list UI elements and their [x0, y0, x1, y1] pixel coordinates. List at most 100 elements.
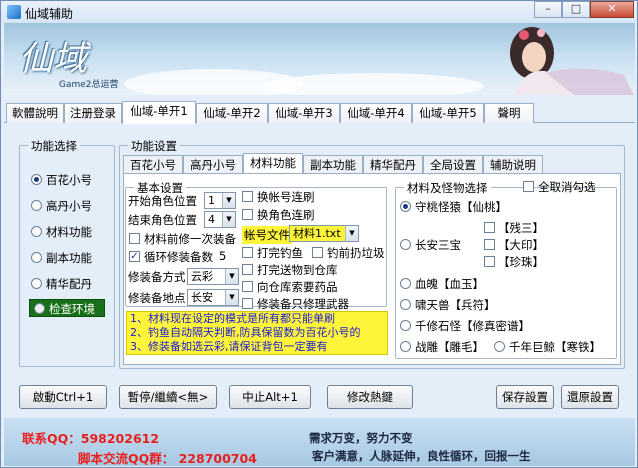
sub-item-checkbox[interactable]	[484, 222, 495, 233]
sub-item-label: 【大印】	[498, 238, 544, 252]
cycle-repair-checkbox[interactable]: ✓	[129, 251, 140, 262]
sub-item-label: 【珍珠】	[498, 255, 544, 269]
tab-gaodan[interactable]: 高丹小号	[183, 155, 243, 174]
switch-account-checkbox[interactable]	[242, 191, 253, 202]
tab-single-4[interactable]: 仙域-单开4	[340, 103, 412, 123]
radio-label: 啸天兽【兵符】	[415, 298, 496, 312]
tab-global[interactable]: 全局设置	[423, 155, 483, 174]
account-file-select[interactable]: 材料1.txt ▼	[289, 225, 359, 242]
dropdown-arrow-icon: ▼	[225, 290, 238, 305]
select-value: 4	[208, 213, 215, 226]
stop-button[interactable]: 中止Alt+1	[229, 385, 311, 409]
start-pos-label: 开始角色位置	[128, 194, 197, 208]
select-all-label: 全取消勾选	[538, 180, 596, 194]
radio-stone[interactable]	[400, 320, 411, 331]
qq-contact: 联系QQ：598202612	[22, 431, 160, 446]
qq-group: 脚本交流QQ群： 228700704	[78, 451, 257, 466]
sub-item-checkbox[interactable]	[484, 239, 495, 250]
checkbox-label: 钓前扔垃圾	[327, 246, 385, 260]
checkbox-label: 材料前修一次装备	[144, 232, 236, 246]
radio-label: 百花小号	[46, 173, 92, 187]
radio-howl[interactable]	[400, 299, 411, 310]
radio-label: 副本功能	[46, 251, 92, 265]
maximize-button[interactable]: □	[562, 1, 590, 18]
banner-logo: 仙域	[19, 39, 87, 79]
start-button[interactable]: 啟動Ctrl+1	[19, 385, 107, 409]
radio-label: 长安三宝	[415, 238, 461, 252]
check-env-status[interactable]: 检查环境	[29, 299, 105, 317]
radio-label: 血魄【血玉】	[415, 277, 484, 291]
radio-whale[interactable]	[494, 341, 505, 352]
tab-dungeon[interactable]: 副本功能	[303, 155, 363, 174]
character-illustration	[510, 27, 634, 95]
checkbox-label: 修装备只修理武器	[257, 297, 349, 311]
radio-blood[interactable]	[400, 278, 411, 289]
tab-single-2[interactable]: 仙域-单开2	[196, 103, 268, 123]
radio-label: 战雕【雕毛】	[415, 340, 484, 354]
tab-register-login[interactable]: 注册登录	[64, 103, 122, 123]
radio-label: 守桃怪猿【仙桃】	[415, 200, 507, 214]
radio-gaodan[interactable]	[31, 200, 42, 211]
send-storage-checkbox[interactable]	[242, 264, 253, 275]
restore-settings-button[interactable]: 還原設置	[561, 385, 619, 409]
group-title: 材料及怪物选择	[404, 180, 491, 196]
material-first-checkbox[interactable]	[129, 233, 140, 244]
cloud-shape	[264, 73, 484, 95]
footer-bar: 联系QQ：598202612 脚本交流QQ群： 228700704 需求万变，努…	[4, 418, 635, 466]
checkbox-label: 循环修装备数	[144, 250, 213, 264]
tab-single-1[interactable]: 仙域-单开1	[122, 101, 196, 124]
repair-weapon-checkbox[interactable]	[242, 298, 253, 309]
tab-single-3[interactable]: 仙域-单开3	[268, 103, 340, 123]
tab-software-info[interactable]: 軟體說明	[6, 103, 64, 123]
checkbox-label: 打完钓鱼	[257, 246, 303, 260]
radio-label: 材料功能	[46, 225, 92, 239]
minimize-button[interactable]: –	[534, 1, 562, 18]
dropdown-arrow-icon: ▼	[222, 193, 235, 208]
banner-image: 仙域 Game2总运营	[4, 23, 635, 95]
pause-button[interactable]: 暫停/繼續<無>	[119, 385, 217, 409]
account-file-label: 帐号文件	[242, 226, 292, 244]
dropdown-arrow-icon: ▼	[222, 212, 235, 227]
radio-label: 高丹小号	[46, 199, 92, 213]
switch-char-checkbox[interactable]	[242, 209, 253, 220]
save-settings-button[interactable]: 保存設置	[496, 385, 554, 409]
tab-material[interactable]: 材料功能	[243, 153, 303, 175]
repair-place-select[interactable]: 长安 ▼	[187, 289, 239, 306]
end-pos-select[interactable]: 4 ▼	[204, 211, 236, 228]
tab-statement[interactable]: 聲明	[484, 103, 534, 123]
slogan-2: 客户满意，人脉延伸，良性循环，回报一生	[312, 449, 531, 463]
start-pos-select[interactable]: 1 ▼	[204, 192, 236, 209]
repair-place-label: 修装备地点	[128, 291, 186, 305]
tab-essence[interactable]: 精华配丹	[363, 155, 423, 174]
radio-essence[interactable]	[31, 278, 42, 289]
radio-changan[interactable]	[400, 239, 411, 250]
note-line: 3、修装备如选云彩,请保证背包一定要有	[130, 340, 328, 353]
radio-monkey[interactable]	[400, 201, 411, 212]
sub-item-checkbox[interactable]	[484, 256, 495, 267]
select-value: 材料1.txt	[293, 227, 341, 240]
radio-dungeon[interactable]	[31, 252, 42, 263]
close-button[interactable]: ✕	[590, 1, 634, 18]
cycle-repair-value[interactable]: 5	[219, 249, 226, 263]
checkbox-label: 打完送物到仓库	[257, 263, 338, 277]
tab-help[interactable]: 辅助说明	[483, 155, 543, 174]
radio-baihua[interactable]	[31, 174, 42, 185]
radio-material[interactable]	[31, 226, 42, 237]
select-value: 云彩	[191, 270, 213, 283]
status-radio	[34, 303, 45, 314]
fish-discard-checkbox[interactable]	[312, 247, 323, 258]
modify-hotkey-button[interactable]: 修改熱鍵	[327, 385, 413, 409]
note-line: 2、钓鱼自动隔天判断,防具保留数为百花小号的	[130, 326, 361, 339]
app-icon	[7, 5, 21, 19]
checkbox-label: 换角色连刷	[257, 208, 315, 222]
fish-done-checkbox[interactable]	[242, 247, 253, 258]
repair-mode-select[interactable]: 云彩 ▼	[187, 268, 239, 285]
tab-single-5[interactable]: 仙域-单开5	[412, 103, 484, 123]
select-all-checkbox[interactable]	[523, 181, 534, 192]
repair-mode-label: 修装备方式	[128, 270, 186, 284]
radio-eagle[interactable]	[400, 341, 411, 352]
main-window: 仙域辅助 – □ ✕ 仙域 Game2总运营 軟體說明 注册登录 仙域-单开1 …	[0, 0, 638, 468]
tab-baihua[interactable]: 百花小号	[123, 155, 183, 174]
sub-item-label: 【残三】	[498, 221, 544, 235]
request-potion-checkbox[interactable]	[242, 281, 253, 292]
